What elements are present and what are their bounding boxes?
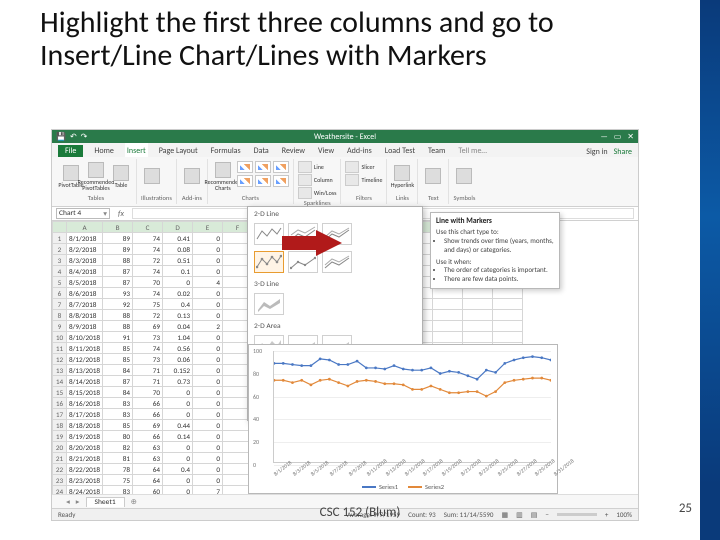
tab-home[interactable]: Home: [92, 145, 116, 157]
excel-titlebar: 💾 ↶ ↷ Weathersite - Excel — ▭ ✕: [52, 130, 638, 143]
chart-pie-icon[interactable]: [273, 161, 289, 173]
chart-bar-icon[interactable]: [237, 175, 253, 187]
group-symbols: Symbols: [449, 159, 479, 204]
dropdown-section-2d-area: 2-D Area: [248, 319, 422, 333]
tooltip-bullet-3: There are few data points.: [444, 275, 554, 284]
dropdown-section-2d-line: 2-D Line: [248, 207, 422, 221]
slide-footer: CSC 152 (Blum): [0, 505, 720, 520]
callout-arrow: [282, 230, 344, 256]
chart-type-grid: [237, 161, 289, 187]
group-addins: Add-ins: [177, 159, 208, 204]
slicer-label: Slicer: [361, 163, 374, 171]
tab-pagelayout[interactable]: Page Layout: [157, 145, 200, 157]
spark-wl-label: Win/Loss: [314, 189, 337, 197]
fx-icon[interactable]: fx: [118, 209, 124, 219]
app-title: Weathersite - Excel: [314, 132, 376, 142]
group-label-links: Links: [391, 194, 413, 202]
group-charts: Recommended Charts Charts: [208, 159, 294, 204]
tab-addins[interactable]: Add-ins: [345, 145, 374, 157]
group-label-charts: Charts: [212, 194, 289, 202]
window-close-icon[interactable]: ✕: [627, 132, 634, 142]
tooltip-bullet-1: Show trends over time (years, months, an…: [444, 237, 554, 255]
tab-formulas[interactable]: Formulas: [209, 145, 243, 157]
text-button[interactable]: [422, 161, 444, 191]
spark-line-label: Line: [314, 163, 324, 171]
excel-screenshot: 💾 ↶ ↷ Weathersite - Excel — ▭ ✕ File Hom…: [52, 130, 638, 520]
window-max-icon[interactable]: ▭: [614, 132, 622, 142]
embedded-chart[interactable]: 020406080100 8/1/20188/3/20188/5/20188/7…: [248, 344, 558, 494]
timeline-label: Timeline: [361, 176, 382, 184]
share-button[interactable]: Share: [614, 147, 632, 157]
tab-data[interactable]: Data: [252, 145, 271, 157]
window-min-icon[interactable]: —: [600, 132, 607, 142]
group-label-tables: Tables: [60, 194, 132, 202]
recommended-pivot-button[interactable]: Recommended PivotTables: [85, 161, 107, 191]
symbols-button[interactable]: [453, 161, 475, 191]
sparkline-line-icon[interactable]: [298, 161, 312, 173]
hyperlink-button[interactable]: Hyperlink: [391, 161, 413, 191]
tab-insert[interactable]: Insert: [125, 143, 148, 157]
tooltip-title: Line with Markers: [436, 217, 554, 226]
signin-link[interactable]: Sign in: [586, 147, 607, 157]
slide-number: 25: [679, 501, 692, 516]
sparkline-column-icon[interactable]: [298, 174, 312, 186]
chart-scatter-icon[interactable]: [273, 175, 289, 187]
spark-col-label: Column: [314, 176, 333, 184]
tab-view[interactable]: View: [316, 145, 336, 157]
qat-redo-icon[interactable]: ↷: [81, 132, 88, 142]
legend-series2: Series2: [425, 483, 444, 491]
tab-review[interactable]: Review: [280, 145, 307, 157]
chart-line-icon[interactable]: [255, 161, 271, 173]
name-box[interactable]: Chart 4▾: [56, 208, 110, 219]
group-text: Text: [418, 159, 449, 204]
tab-file[interactable]: File: [58, 145, 83, 157]
chart-column-icon[interactable]: [237, 161, 253, 173]
group-tables: PivotTable Recommended PivotTables Table…: [56, 159, 137, 204]
addins-button[interactable]: [181, 161, 203, 191]
tab-team[interactable]: Team: [426, 145, 447, 157]
chart-legend: Series1 Series2: [249, 483, 557, 491]
line-chart-option-line-markers[interactable]: [254, 251, 284, 273]
group-label-filters: Filters: [345, 194, 382, 202]
group-label-text: Text: [422, 194, 444, 202]
group-label-symbols: Symbols: [453, 194, 475, 202]
timeline-icon[interactable]: [345, 174, 359, 186]
illustrations-button[interactable]: [141, 161, 163, 191]
ribbon-tabs: File Home Insert Page Layout Formulas Da…: [52, 143, 638, 157]
chart-tooltip: Line with Markers Use this chart type to…: [430, 212, 560, 289]
legend-series1: Series1: [379, 483, 398, 491]
qat-undo-icon[interactable]: ↶: [70, 132, 77, 142]
table-button[interactable]: Table: [110, 161, 132, 191]
group-label-addins: Add-ins: [181, 194, 203, 202]
sparkline-winloss-icon[interactable]: [298, 187, 312, 199]
chart-area-icon[interactable]: [255, 175, 271, 187]
line-chart-option-3d[interactable]: [254, 293, 284, 315]
tab-tellme[interactable]: Tell me…: [456, 145, 489, 157]
group-filters: Slicer Timeline Filters: [341, 159, 387, 204]
recommended-charts-button[interactable]: Recommended Charts: [212, 161, 234, 191]
ribbon-insert: PivotTable Recommended PivotTables Table…: [52, 157, 638, 207]
group-label-illustrations: Illustrations: [141, 194, 172, 202]
tab-loadtest[interactable]: Load Test: [383, 145, 417, 157]
group-sparklines: Line Column Win/Loss Sparklines: [294, 159, 342, 204]
dropdown-section-3d-line: 3-D Line: [248, 277, 422, 291]
slicer-icon[interactable]: [345, 161, 359, 173]
line-chart-option-line[interactable]: [254, 223, 284, 245]
slide-title: Highlight the first three columns and go…: [40, 6, 560, 72]
group-illustrations: Illustrations: [137, 159, 177, 204]
slide-right-border: [700, 0, 720, 540]
group-links: Hyperlink Links: [387, 159, 418, 204]
qat-save-icon[interactable]: 💾: [56, 132, 66, 142]
